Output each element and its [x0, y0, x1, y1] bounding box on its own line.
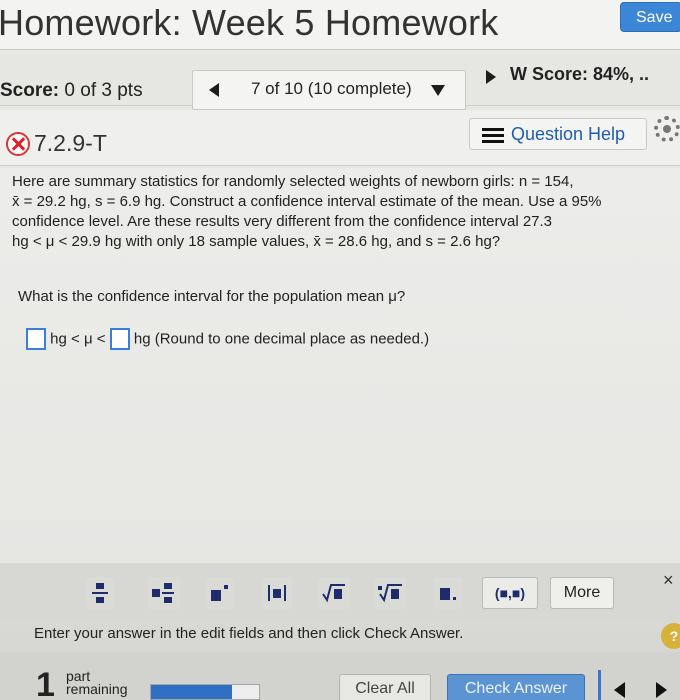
question-number: 7.2.9-T	[34, 130, 107, 156]
incorrect-icon	[6, 132, 30, 156]
score-label: Score:	[0, 80, 60, 101]
footer: 1 part remaining Clear All Check Answer	[0, 652, 680, 700]
page: Homework: Week 5 Homework Save Score: 0 …	[0, 0, 680, 700]
statement-line: hg < μ < 29.9 hg with only 18 sample val…	[12, 233, 501, 250]
homework-score: W Score: 84%, ..	[510, 64, 650, 84]
header: Homework: Week 5 Homework Save	[0, 0, 680, 50]
more-button[interactable]: More	[550, 577, 614, 609]
help-icon[interactable]: ?	[661, 623, 680, 649]
upper-bound-input[interactable]	[109, 328, 130, 350]
fraction-icon[interactable]	[86, 577, 114, 609]
question-navigator[interactable]: 7 of 10 (10 complete)	[192, 70, 466, 110]
previous-question-icon[interactable]	[209, 83, 219, 97]
question-statement: Here are summary statistics for randomly…	[12, 172, 676, 252]
question-content: Here are summary statistics for randomly…	[0, 168, 680, 563]
exponent-icon[interactable]	[206, 577, 234, 609]
answer-instruction: hg (Round to one decimal place as needed…	[133, 330, 430, 348]
page-title: Homework: Week 5 Homework	[0, 2, 499, 43]
statement-line: Here are summary statistics for randomly…	[12, 173, 574, 190]
parts-remaining-label: part remaining	[66, 668, 128, 697]
parts-remaining-count: 1	[36, 666, 55, 700]
answer-row: hg < μ < hg (Round to one decimal place …	[26, 328, 626, 352]
question-help-button[interactable]: Question Help	[469, 118, 647, 150]
close-icon[interactable]: ×	[663, 570, 674, 591]
question-row: 7.2.9-T Question Help	[0, 110, 680, 166]
square-root-icon[interactable]	[318, 577, 350, 609]
absolute-value-icon[interactable]	[262, 577, 292, 609]
instructions: Enter your answer in the edit fields and…	[34, 625, 464, 642]
score-display: Score: 0 of 3 pts	[0, 80, 143, 102]
question-position: 7 of 10 (10 complete)	[251, 79, 412, 98]
score-value: 0 of 3 pts	[64, 80, 143, 101]
list-icon	[482, 128, 504, 143]
chevron-down-icon[interactable]	[431, 85, 445, 96]
lower-bound-input[interactable]	[26, 328, 46, 350]
statement-line: confidence level. Are these results very…	[12, 213, 553, 230]
gear-icon[interactable]	[654, 116, 680, 142]
divider	[598, 670, 601, 700]
nth-root-icon[interactable]	[374, 577, 406, 609]
save-button[interactable]: Save	[620, 2, 680, 32]
clear-all-button[interactable]: Clear All	[339, 674, 431, 700]
interval-notation-button[interactable]: (■,■)	[482, 577, 538, 609]
answer-middle-text: hg < μ <	[50, 330, 106, 348]
check-answer-button[interactable]: Check Answer	[447, 674, 585, 700]
progress-bar	[150, 684, 260, 700]
progress-fill	[151, 685, 232, 699]
previous-icon[interactable]	[614, 682, 625, 698]
next-question-icon[interactable]	[486, 70, 496, 84]
next-icon[interactable]	[656, 682, 667, 698]
question-help-label: Question Help	[511, 124, 626, 144]
statement-line: x̄ = 29.2 hg, s = 6.9 hg. Construct a co…	[12, 193, 602, 210]
math-toolbar: (■,■) More	[0, 563, 680, 621]
question-prompt: What is the confidence interval for the …	[18, 288, 406, 305]
decimal-icon[interactable]	[434, 577, 462, 609]
mixed-number-icon[interactable]	[148, 577, 180, 609]
